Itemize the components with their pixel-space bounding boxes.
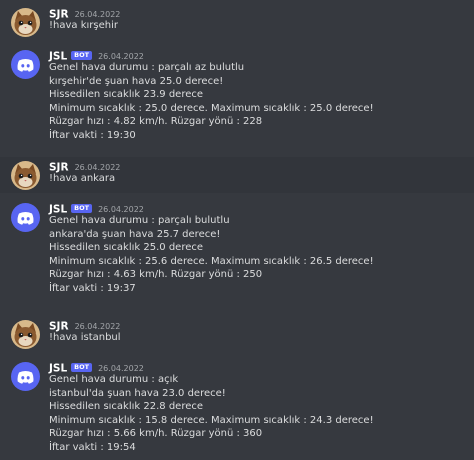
message: SJR 26.04.2022 !hava ankara (0, 157, 474, 193)
message-line: Rüzgar hızı : 5.66 km/h. Rüzgar yönü : 3… (49, 428, 263, 440)
message: JSL BOT 26.04.2022 Genel hava durumu : parç… (0, 199, 474, 308)
message-line: !hava ankara (49, 173, 116, 184)
message-content: !hava ankara (49, 172, 466, 186)
message-line: Hissedilen sıcaklık 25.0 derece (49, 242, 204, 254)
message-line: istanbul'da şuan hava 23.0 derece! (49, 387, 226, 399)
message-timestamp: 26.04.2022 (74, 10, 121, 19)
discord-logo-icon (11, 203, 40, 232)
avatar[interactable] (11, 320, 40, 349)
message-line: Minimum sıcaklık : 25.0 derece. Maximum … (49, 102, 374, 114)
message-line: !hava kırşehir (49, 20, 118, 31)
message-line: Genel hava durumu : parçalı az bulutlu (49, 62, 245, 73)
message-header: SJR 26.04.2022 (49, 4, 121, 21)
message-line: Genel hava durumu : parçalı bulutlu (49, 215, 230, 226)
message-line: İftar vakti : 19:37 (49, 282, 136, 294)
cat-avatar-icon (11, 320, 40, 349)
message-timestamp: 26.04.2022 (74, 163, 121, 172)
bot-tag-badge: BOT (71, 363, 93, 372)
avatar[interactable] (11, 362, 40, 391)
message-timestamp: 26.04.2022 (74, 322, 121, 331)
message-line: Minimum sıcaklık : 15.8 derece. Maximum … (49, 414, 374, 426)
message-header: SJR 26.04.2022 (49, 157, 121, 174)
message-timestamp: 26.04.2022 (98, 205, 144, 214)
message-line: İftar vakti : 19:54 (49, 441, 136, 453)
message-line: !hava istanbul (49, 332, 121, 343)
message-content: !hava kırşehir (49, 19, 466, 33)
message-line: Hissedilen sıcaklık 22.8 derece (49, 401, 204, 413)
message-content: !hava istanbul (49, 331, 466, 345)
message-line: Rüzgar hızı : 4.63 km/h. Rüzgar yönü : 2… (49, 269, 263, 281)
message-header: SJR 26.04.2022 (49, 316, 121, 333)
message-content: Genel hava durumu : açık istanbul'da şuan… (49, 373, 466, 455)
message-line: Rüzgar hızı : 4.82 km/h. Rüzgar yönü : 2… (49, 116, 263, 128)
avatar[interactable] (11, 8, 40, 37)
discord-logo-icon (11, 50, 40, 79)
message-header: JSL BOT 26.04.2022 (49, 199, 144, 216)
message-header: JSL BOT 26.04.2022 (49, 46, 144, 63)
cat-avatar-icon (11, 8, 40, 37)
chat-message-list: SJR 26.04.2022 !hava kırşehir JSL BOT 26.04.2… (0, 0, 474, 460)
message-content: Genel hava durumu : parçalı az bulutlu kı… (49, 61, 466, 143)
message-line: ankara'da şuan hava 25.7 derece! (49, 228, 221, 240)
message-timestamp: 26.04.2022 (98, 364, 144, 373)
message-line: Genel hava durumu : açık (49, 374, 179, 385)
message: SJR 26.04.2022 !hava istanbul (0, 316, 474, 352)
message-line: kırşehir'de şuan hava 25.0 derece! (49, 75, 224, 87)
message-content: Genel hava durumu : parçalı bulutlu ankar… (49, 214, 466, 296)
bot-tag-badge: BOT (71, 204, 93, 213)
message-line: İftar vakti : 19:30 (49, 129, 136, 141)
avatar[interactable] (11, 161, 40, 190)
avatar[interactable] (11, 203, 40, 232)
cat-avatar-icon (11, 161, 40, 190)
bot-tag-badge: BOT (71, 51, 93, 60)
message-line: Hissedilen sıcaklık 23.9 derece (49, 89, 204, 101)
message-line: Minimum sıcaklık : 25.6 derece. Maximum … (49, 255, 374, 267)
message: SJR 26.04.2022 !hava kırşehir (0, 4, 474, 40)
message: JSL BOT 26.04.2022 Genel hava durumu : parç… (0, 46, 474, 155)
message-header: JSL BOT 26.04.2022 (49, 358, 144, 375)
avatar[interactable] (11, 50, 40, 79)
message-timestamp: 26.04.2022 (98, 52, 144, 61)
message: JSL BOT 26.04.2022 Genel hava durumu : açık… (0, 358, 474, 458)
discord-logo-icon (11, 362, 40, 391)
